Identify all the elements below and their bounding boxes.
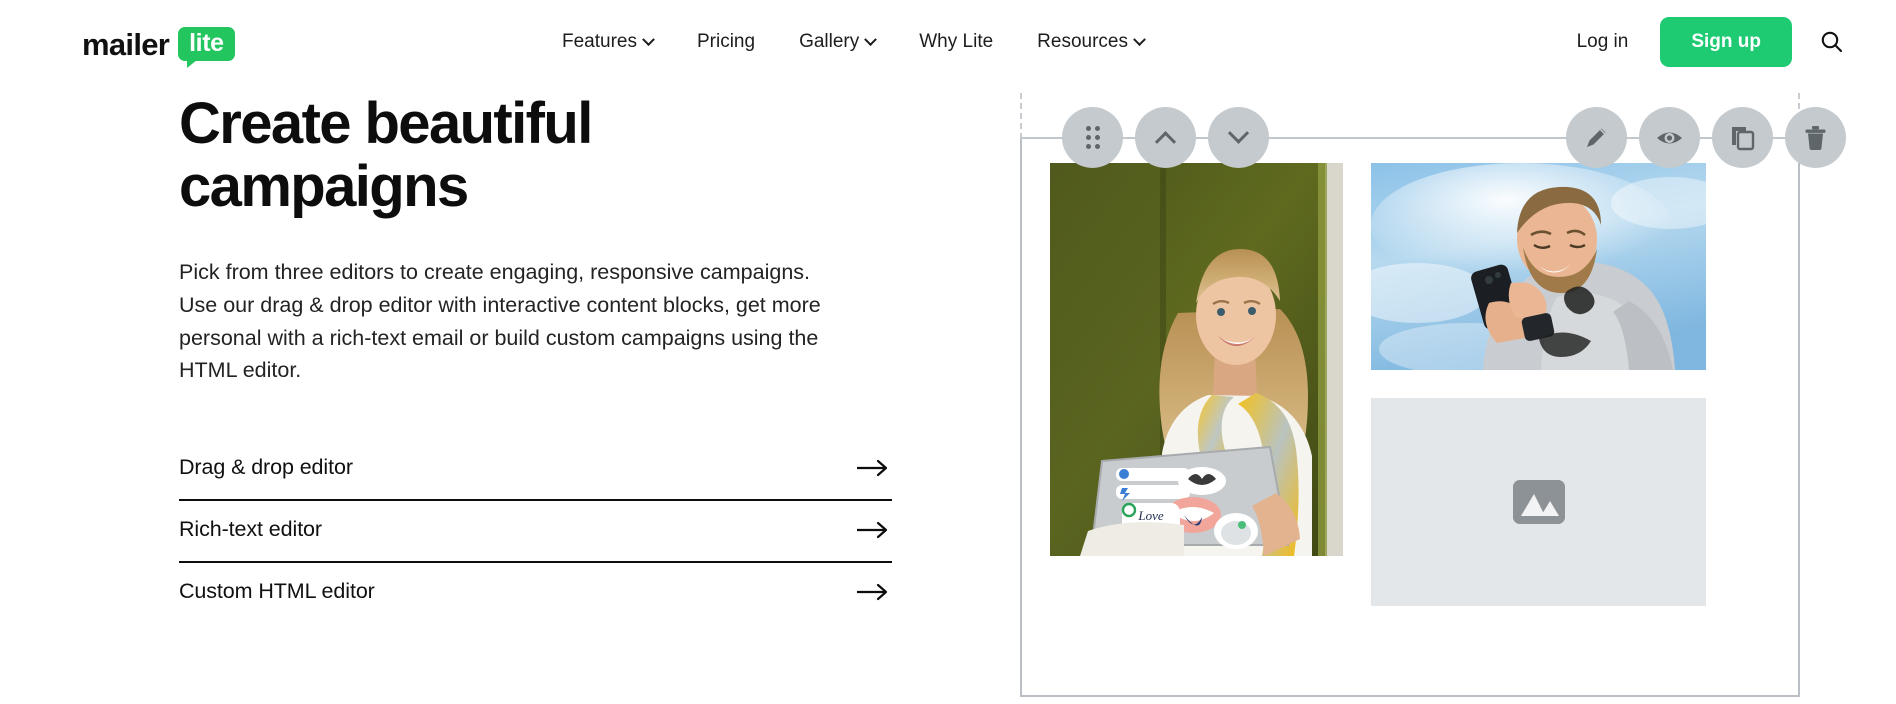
nav-item-gallery[interactable]: Gallery	[777, 23, 897, 61]
edit-button[interactable]	[1566, 107, 1627, 168]
drag-handle-button[interactable]	[1062, 107, 1123, 168]
toolbar-connector	[1196, 137, 1208, 139]
editor-preview: Love My Job	[1016, 93, 1846, 704]
image-placeholder-icon	[1512, 480, 1565, 524]
chevron-down-icon	[864, 32, 878, 46]
empty-image-placeholder[interactable]	[1371, 398, 1706, 606]
main-navigation: Features Pricing Gallery Why Lite Resour…	[540, 0, 1166, 84]
logo-text-mailer: mailer	[82, 26, 170, 62]
link-label: Custom HTML editor	[179, 579, 375, 604]
nav-item-features[interactable]: Features	[540, 23, 675, 61]
link-label: Drag & drop editor	[179, 455, 353, 480]
block-content-area: Love My Job	[1050, 163, 1774, 673]
nav-label: Resources	[1037, 31, 1128, 52]
selected-content-block[interactable]: Love My Job	[1020, 137, 1800, 697]
toolbar-connector	[1123, 137, 1135, 139]
photo-woman-with-laptop[interactable]: Love My Job	[1050, 163, 1343, 556]
mailerlite-logo[interactable]: mailer lite	[82, 26, 235, 68]
search-button[interactable]	[1816, 26, 1848, 58]
link-rich-text-editor[interactable]: Rich-text editor	[179, 501, 892, 564]
site-header: mailer lite Features Pricing Gallery Why…	[0, 0, 1896, 84]
nav-item-resources[interactable]: Resources	[1015, 23, 1166, 61]
move-down-button[interactable]	[1208, 107, 1269, 168]
nav-label: Gallery	[799, 31, 860, 52]
toolbar-connector	[1700, 137, 1712, 139]
link-custom-html-editor[interactable]: Custom HTML editor	[179, 563, 892, 623]
arrow-right-icon	[856, 459, 890, 477]
svg-text:Love: Love	[1137, 508, 1164, 523]
alignment-guide-left	[1020, 93, 1022, 139]
duplicate-button[interactable]	[1712, 107, 1773, 168]
preview-eye-icon	[1657, 132, 1682, 143]
edit-pencil-icon	[1587, 128, 1606, 147]
nav-label: Pricing	[696, 31, 756, 52]
nav-label: Features	[562, 31, 637, 52]
toolbar-connector	[1627, 137, 1639, 139]
duplicate-icon	[1732, 127, 1755, 151]
chevron-down-icon	[1133, 32, 1146, 46]
page-root: mailer lite Features Pricing Gallery Why…	[0, 0, 1896, 704]
arrow-right-icon	[856, 521, 890, 539]
nav-item-why-lite[interactable]: Why Lite	[897, 23, 1015, 61]
hero-section: Create beautiful campaigns Pick from thr…	[179, 92, 899, 623]
header-actions: Log in Sign up	[1559, 0, 1852, 84]
toolbar-connector	[1269, 137, 1524, 139]
signup-button[interactable]: Sign up	[1660, 17, 1792, 67]
hero-description: Pick from three editors to create engagi…	[179, 260, 821, 383]
move-up-button[interactable]	[1135, 107, 1196, 168]
move-up-icon	[1154, 131, 1177, 153]
delete-trash-icon	[1805, 126, 1826, 150]
nav-label: Why Lite	[919, 31, 994, 52]
move-down-icon	[1227, 122, 1250, 144]
search-icon	[1821, 31, 1843, 53]
chevron-down-icon	[642, 32, 655, 46]
link-drag-and-drop-editor[interactable]: Drag & drop editor	[179, 439, 892, 502]
logo-text-lite: lite	[189, 29, 224, 57]
arrow-right-icon	[856, 583, 890, 601]
toolbar-connector	[1524, 137, 1566, 139]
logo-badge-lite: lite	[178, 27, 235, 68]
login-link[interactable]: Log in	[1559, 23, 1647, 61]
page-title: Create beautiful campaigns	[179, 91, 593, 220]
preview-button[interactable]	[1639, 107, 1700, 168]
photo-man-with-phone[interactable]	[1371, 163, 1706, 370]
drag-handle-icon	[1085, 126, 1100, 149]
editor-links-list: Drag & drop editor Rich-text editor Cust…	[179, 439, 892, 623]
toolbar-connector	[1020, 137, 1062, 139]
delete-button[interactable]	[1785, 107, 1846, 168]
link-label: Rich-text editor	[179, 517, 322, 542]
nav-item-pricing[interactable]: Pricing	[675, 23, 777, 61]
